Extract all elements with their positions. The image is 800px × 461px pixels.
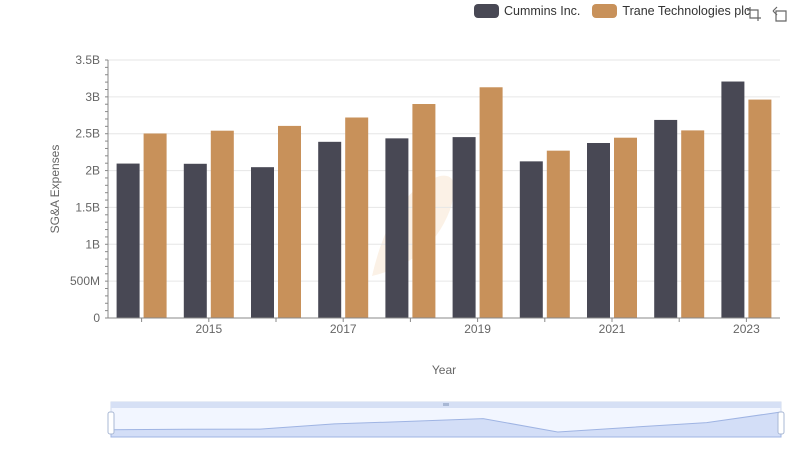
bar-trane-2017[interactable]: [345, 117, 369, 318]
bar-trane-2014[interactable]: [143, 133, 167, 318]
bar-cummins-2018[interactable]: [385, 138, 409, 318]
bar-trane-2018[interactable]: [412, 104, 436, 318]
y-axis-title: SG&A Expenses: [48, 145, 62, 234]
y-axis: 0 500M 1B 1.5B 2B 2.5B 3B 3.5B: [70, 53, 109, 325]
y-tick-label: 3.5B: [75, 53, 100, 67]
y-tick-label: 2.5B: [75, 127, 100, 141]
x-tick-label: 2015: [195, 322, 222, 336]
y-tick-label: 1.5B: [75, 200, 100, 214]
x-tick-label: 2023: [733, 322, 760, 336]
bar-trane-2020[interactable]: [546, 150, 570, 318]
bar-trane-2016[interactable]: [278, 125, 301, 318]
bar-trane-2022[interactable]: [681, 130, 705, 318]
bar-chart: 0 500M 1B 1.5B 2B 2.5B 3B 3.5B 2015 2017 2019 2021…: [48, 53, 785, 438]
y-tick-label: 1B: [85, 237, 100, 251]
slider-grip[interactable]: [443, 403, 449, 406]
bar-cummins-2020[interactable]: [519, 161, 543, 318]
x-axis-title: Year: [432, 363, 456, 377]
y-tick-label: 3B: [85, 90, 100, 104]
bar-cummins-2014[interactable]: [116, 163, 140, 318]
bar-cummins-2023[interactable]: [721, 81, 745, 319]
slider-right-handle[interactable]: [777, 411, 785, 435]
bar-cummins-2016[interactable]: [251, 167, 274, 318]
slider-left-handle[interactable]: [107, 411, 115, 435]
bar-trane-2021[interactable]: [614, 137, 637, 318]
data-zoom-slider[interactable]: [107, 401, 785, 438]
bar-trane-2019[interactable]: [479, 87, 503, 318]
bar-cummins-2017[interactable]: [318, 141, 342, 318]
bar-cummins-2019[interactable]: [452, 137, 476, 318]
bar-trane-2015[interactable]: [210, 130, 234, 318]
y-tick-label: 2B: [85, 164, 100, 178]
bar-cummins-2022[interactable]: [654, 119, 678, 318]
y-tick-label: 500M: [70, 274, 100, 288]
x-tick-label: 2021: [599, 322, 626, 336]
bar-cummins-2015[interactable]: [183, 163, 207, 318]
bar-trane-2023[interactable]: [748, 99, 772, 319]
bar-cummins-2021[interactable]: [587, 143, 610, 318]
y-tick-label: 0: [93, 311, 100, 325]
x-axis: 2015 2017 2019 2021 2023: [108, 317, 780, 336]
x-tick-label: 2017: [330, 322, 357, 336]
x-tick-label: 2019: [464, 322, 491, 336]
